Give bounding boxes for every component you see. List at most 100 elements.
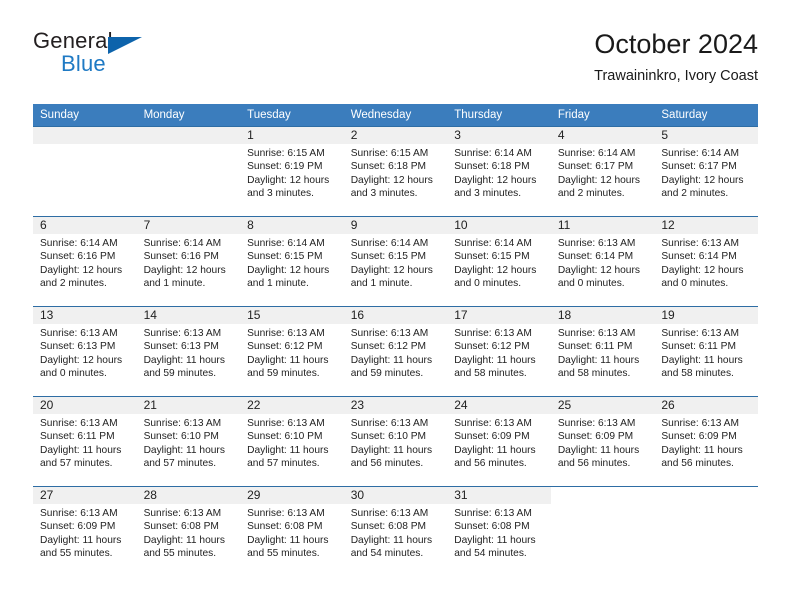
day-details: Sunrise: 6:13 AM Sunset: 6:11 PM Dayligh… [33,414,137,471]
general-blue-logo[interactable]: General Blue [33,28,263,88]
calendar-day-cell[interactable]: 25 Sunrise: 6:13 AM Sunset: 6:09 PM Dayl… [550,396,655,487]
calendar-week-row: 13 Sunrise: 6:13 AM Sunset: 6:13 PM Dayl… [33,306,758,397]
calendar-day-cell[interactable]: 12 Sunrise: 6:13 AM Sunset: 6:14 PM Dayl… [654,216,758,307]
sunrise-text: Sunrise: 6:13 AM [557,328,636,339]
calendar-day-cell[interactable]: 31 Sunrise: 6:13 AM Sunset: 6:08 PM Dayl… [447,486,551,577]
day-number: 24 [447,397,551,414]
daylight-text-line1: Daylight: 11 hours [247,354,329,366]
day-details: Sunrise: 6:13 AM Sunset: 6:14 PM Dayligh… [654,234,758,291]
calendar-day-cell[interactable]: 24 Sunrise: 6:13 AM Sunset: 6:09 PM Dayl… [447,396,551,487]
calendar-day-cell[interactable] [550,486,655,577]
calendar-day-cell[interactable]: 11 Sunrise: 6:13 AM Sunset: 6:14 PM Dayl… [550,216,655,307]
sunset-text: Sunset: 6:16 PM [143,251,219,263]
calendar-day-cell[interactable]: 7 Sunrise: 6:14 AM Sunset: 6:16 PM Dayli… [136,216,241,307]
calendar-day-cell[interactable]: 10 Sunrise: 6:14 AM Sunset: 6:15 PM Dayl… [447,216,551,307]
calendar-day-cell[interactable]: 18 Sunrise: 6:13 AM Sunset: 6:11 PM Dayl… [550,306,655,397]
day-details: Sunrise: 6:14 AM Sunset: 6:16 PM Dayligh… [33,234,137,291]
calendar-day-cell[interactable]: 17 Sunrise: 6:13 AM Sunset: 6:12 PM Dayl… [447,306,551,397]
day-number: 27 [33,487,137,504]
day-details: Sunrise: 6:13 AM Sunset: 6:12 PM Dayligh… [447,324,551,381]
sunset-text: Sunset: 6:12 PM [454,341,530,353]
calendar-day-cell[interactable]: 23 Sunrise: 6:13 AM Sunset: 6:10 PM Dayl… [343,396,448,487]
day-details: Sunrise: 6:14 AM Sunset: 6:16 PM Dayligh… [137,234,241,291]
calendar-day-cell[interactable]: 30 Sunrise: 6:13 AM Sunset: 6:08 PM Dayl… [343,486,448,577]
calendar-day-cell[interactable]: 14 Sunrise: 6:13 AM Sunset: 6:13 PM Dayl… [136,306,241,397]
day-details: Sunrise: 6:13 AM Sunset: 6:12 PM Dayligh… [240,324,344,381]
day-details: Sunrise: 6:13 AM Sunset: 6:08 PM Dayligh… [240,504,344,561]
day-details [654,504,758,507]
calendar-day-cell[interactable]: 20 Sunrise: 6:13 AM Sunset: 6:11 PM Dayl… [33,396,137,487]
sunset-text: Sunset: 6:12 PM [350,341,427,353]
sunset-text: Sunset: 6:09 PM [557,431,634,443]
calendar-day-cell[interactable]: 28 Sunrise: 6:13 AM Sunset: 6:08 PM Dayl… [136,486,241,577]
calendar-day-cell[interactable]: 19 Sunrise: 6:13 AM Sunset: 6:11 PM Dayl… [654,306,758,397]
daylight-text-line1: Daylight: 11 hours [350,444,433,456]
sunset-text: Sunset: 6:11 PM [40,431,115,443]
daylight-text-line2: and 55 minutes. [40,548,113,560]
calendar-day-cell[interactable] [654,486,758,577]
calendar-day-cell[interactable]: 21 Sunrise: 6:13 AM Sunset: 6:10 PM Dayl… [136,396,241,487]
calendar-day-cell[interactable]: 4 Sunrise: 6:14 AM Sunset: 6:17 PM Dayli… [550,126,655,217]
calendar-day-cell[interactable]: 22 Sunrise: 6:13 AM Sunset: 6:10 PM Dayl… [240,396,344,487]
calendar-day-cell[interactable] [33,126,137,217]
sunrise-text: Sunrise: 6:13 AM [247,328,325,339]
day-number: 15 [240,307,344,324]
calendar-day-cell[interactable]: 9 Sunrise: 6:14 AM Sunset: 6:15 PM Dayli… [343,216,448,307]
day-number: 9 [343,217,448,234]
day-details [33,144,137,147]
daylight-text-line1: Daylight: 11 hours [454,354,536,366]
calendar-day-cell[interactable]: 29 Sunrise: 6:13 AM Sunset: 6:08 PM Dayl… [240,486,344,577]
calendar-day-cell[interactable]: 15 Sunrise: 6:13 AM Sunset: 6:12 PM Dayl… [240,306,344,397]
daylight-text-line1: Daylight: 11 hours [661,354,743,366]
sunrise-text: Sunrise: 6:14 AM [40,238,118,249]
day-details: Sunrise: 6:13 AM Sunset: 6:08 PM Dayligh… [447,504,551,561]
daylight-text-line2: and 56 minutes. [661,458,734,470]
day-number: 6 [33,217,137,234]
daylight-text-line2: and 59 minutes. [143,368,217,380]
page-subtitle: Trawaininkro, Ivory Coast [594,68,758,84]
sunrise-text: Sunrise: 6:13 AM [661,238,739,249]
daylight-text-line1: Daylight: 12 hours [143,264,226,276]
calendar-day-cell[interactable]: 13 Sunrise: 6:13 AM Sunset: 6:13 PM Dayl… [33,306,137,397]
calendar-day-cell[interactable]: 26 Sunrise: 6:13 AM Sunset: 6:09 PM Dayl… [654,396,758,487]
calendar-day-cell[interactable]: 8 Sunrise: 6:14 AM Sunset: 6:15 PM Dayli… [240,216,344,307]
calendar-day-cell[interactable]: 1 Sunrise: 6:15 AM Sunset: 6:19 PM Dayli… [240,126,344,217]
daylight-text-line2: and 1 minute. [350,278,413,290]
calendar-day-cell[interactable]: 27 Sunrise: 6:13 AM Sunset: 6:09 PM Dayl… [33,486,137,577]
day-details: Sunrise: 6:13 AM Sunset: 6:09 PM Dayligh… [33,504,137,561]
daylight-text-line1: Daylight: 12 hours [557,174,640,186]
calendar-day-cell[interactable] [136,126,241,217]
daylight-text-line2: and 3 minutes. [247,188,314,200]
day-details: Sunrise: 6:14 AM Sunset: 6:15 PM Dayligh… [240,234,344,291]
calendar-day-cell[interactable]: 5 Sunrise: 6:14 AM Sunset: 6:17 PM Dayli… [654,126,758,217]
daylight-text-line1: Daylight: 12 hours [661,174,744,186]
day-number: 30 [343,487,448,504]
day-number: 10 [447,217,551,234]
calendar-table: Sunday Monday Tuesday Wednesday Thursday… [33,104,758,577]
day-number: 5 [654,127,758,144]
daylight-text-line1: Daylight: 11 hours [557,444,640,456]
calendar-day-cell[interactable]: 2 Sunrise: 6:15 AM Sunset: 6:18 PM Dayli… [343,126,448,217]
day-number: 18 [550,307,655,324]
calendar-day-cell[interactable]: 16 Sunrise: 6:13 AM Sunset: 6:12 PM Dayl… [343,306,448,397]
day-details: Sunrise: 6:13 AM Sunset: 6:13 PM Dayligh… [137,324,241,381]
day-number: 8 [240,217,344,234]
weekday-header-friday: Friday [550,104,655,127]
sunset-text: Sunset: 6:14 PM [661,251,737,263]
daylight-text-line2: and 56 minutes. [454,458,527,470]
daylight-text-line2: and 57 minutes. [247,458,320,470]
page-title: October 2024 [594,29,758,59]
day-number: 28 [136,487,241,504]
daylight-text-line2: and 57 minutes. [143,458,217,470]
sunrise-text: Sunrise: 6:13 AM [661,418,739,429]
day-details: Sunrise: 6:14 AM Sunset: 6:17 PM Dayligh… [654,144,758,201]
sunrise-text: Sunrise: 6:13 AM [454,508,532,519]
day-details: Sunrise: 6:15 AM Sunset: 6:19 PM Dayligh… [240,144,344,201]
sunrise-text: Sunrise: 6:13 AM [350,418,429,429]
sunrise-text: Sunrise: 6:13 AM [40,418,118,429]
day-number: 1 [240,127,344,144]
calendar-day-cell[interactable]: 6 Sunrise: 6:14 AM Sunset: 6:16 PM Dayli… [33,216,137,307]
logo-text-blue: Blue [61,51,106,76]
calendar-day-cell[interactable]: 3 Sunrise: 6:14 AM Sunset: 6:18 PM Dayli… [447,126,551,217]
day-number: 2 [343,127,448,144]
